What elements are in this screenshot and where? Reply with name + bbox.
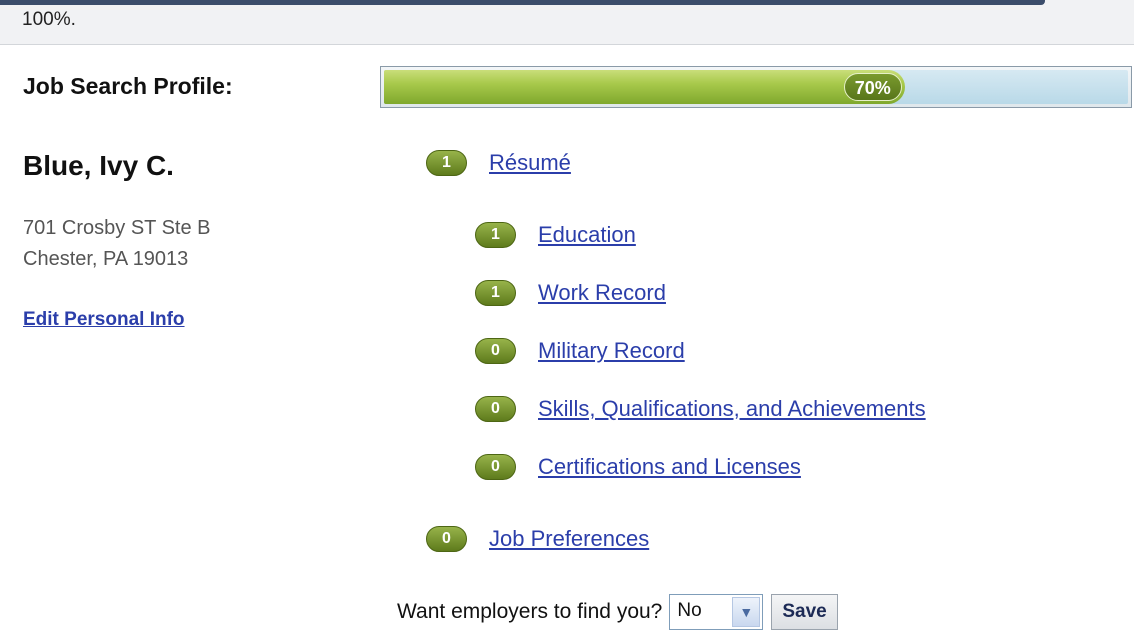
section-item-certifications: 0 Certifications and Licenses bbox=[475, 454, 801, 480]
zoom-percent-text: 100%. bbox=[22, 9, 76, 30]
person-name: Blue, Ivy C. bbox=[23, 150, 174, 181]
section-item-job-preferences: 0 Job Preferences bbox=[426, 526, 649, 552]
section-item-military-record: 0 Military Record bbox=[475, 338, 685, 364]
job-search-profile-label: Job Search Profile: bbox=[23, 73, 233, 99]
progress-track: 70% bbox=[384, 70, 1128, 104]
profile-progress-bar: 70% bbox=[380, 66, 1132, 108]
resume-link[interactable]: Résumé bbox=[489, 150, 571, 176]
work-record-link[interactable]: Work Record bbox=[538, 280, 666, 306]
address-line-1: 701 Crosby ST Ste B bbox=[23, 217, 211, 239]
find-me-selected-value: No bbox=[677, 600, 702, 621]
education-link[interactable]: Education bbox=[538, 222, 636, 248]
certifications-link[interactable]: Certifications and Licenses bbox=[538, 454, 801, 480]
section-item-work-record: 1 Work Record bbox=[475, 280, 666, 306]
count-badge: 1 bbox=[475, 280, 516, 306]
progress-percent-badge: 70% bbox=[843, 73, 902, 101]
count-badge: 1 bbox=[475, 222, 516, 248]
edit-personal-info-link[interactable]: Edit Personal Info bbox=[23, 309, 185, 331]
find-me-label: Want employers to find you? bbox=[397, 600, 663, 623]
save-button[interactable]: Save bbox=[771, 594, 838, 630]
section-item-skills: 0 Skills, Qualifications, and Achievemen… bbox=[475, 396, 926, 422]
count-badge: 0 bbox=[426, 526, 467, 552]
job-preferences-link[interactable]: Job Preferences bbox=[489, 526, 649, 552]
skills-link[interactable]: Skills, Qualifications, and Achievements bbox=[538, 396, 926, 422]
count-badge: 1 bbox=[426, 150, 467, 176]
count-badge: 0 bbox=[475, 338, 516, 364]
job-search-profile-page: 100%. Job Search Profile: 70% Blue, Ivy … bbox=[0, 0, 1134, 641]
find-me-row: Want employers to find you? No ▼ Save bbox=[397, 592, 838, 632]
progress-fill: 70% bbox=[384, 70, 905, 104]
count-badge: 0 bbox=[475, 396, 516, 422]
military-record-link[interactable]: Military Record bbox=[538, 338, 685, 364]
chevron-down-icon[interactable]: ▼ bbox=[732, 597, 761, 627]
address-line-2: Chester, PA 19013 bbox=[23, 248, 189, 270]
find-me-select[interactable]: No ▼ bbox=[669, 594, 764, 630]
section-item-resume: 1 Résumé bbox=[426, 150, 571, 176]
top-header-strip: 100%. bbox=[0, 0, 1134, 45]
section-item-education: 1 Education bbox=[475, 222, 636, 248]
header-dark-edge bbox=[0, 0, 1045, 5]
count-badge: 0 bbox=[475, 454, 516, 480]
